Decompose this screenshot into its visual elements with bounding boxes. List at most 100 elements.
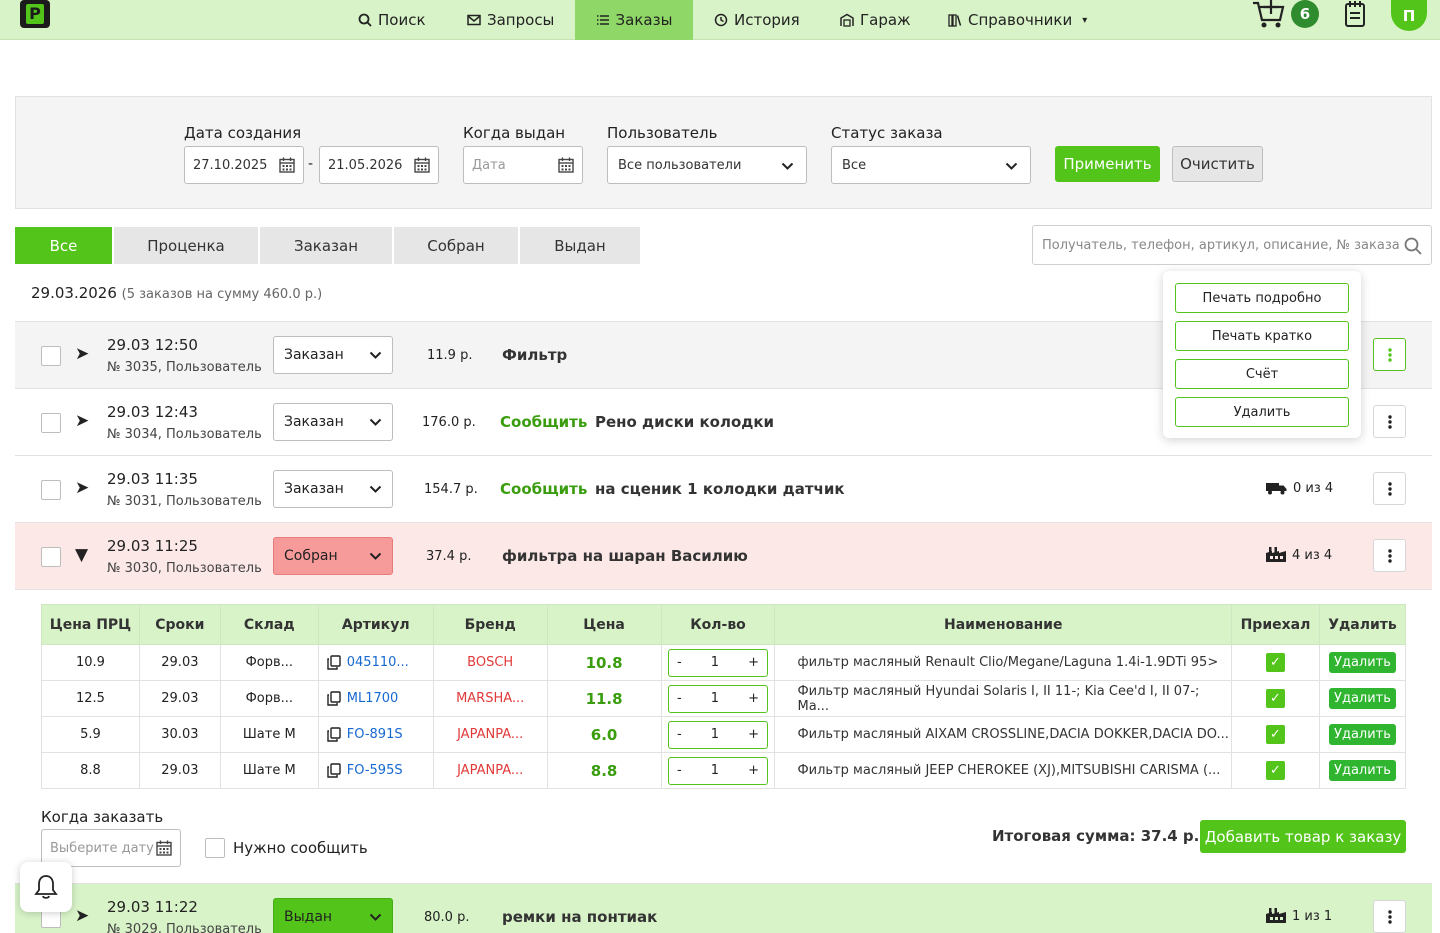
order-menu-button[interactable] [1373, 900, 1406, 933]
print-detailed-button[interactable]: Печать подробно [1175, 283, 1349, 313]
delete-order-button[interactable]: Удалить [1175, 397, 1349, 427]
expand-arrow-icon[interactable]: ➤ [75, 478, 89, 498]
clear-button[interactable]: Очистить [1172, 146, 1263, 182]
qty-minus-button[interactable]: - [677, 655, 682, 670]
add-item-button[interactable]: Добавить товар к заказу [1200, 820, 1406, 853]
expand-arrow-icon[interactable]: ➤ [75, 906, 89, 926]
notes-icon[interactable] [1344, 0, 1366, 28]
qty-plus-button[interactable]: + [748, 727, 759, 742]
qty-minus-button[interactable]: - [677, 727, 682, 742]
qty-minus-button[interactable]: - [677, 691, 682, 706]
expand-arrow-icon[interactable]: ➤ [75, 411, 89, 431]
user-select[interactable]: Все пользователи [607, 146, 807, 184]
article-cell[interactable]: 045110... [317, 644, 434, 681]
order-row[interactable]: ▼ 29.03 11:25 № 3030, Пользователь Собра… [15, 522, 1432, 589]
order-checkbox[interactable] [41, 346, 61, 366]
nav-requests[interactable]: Запросы [459, 0, 562, 40]
delete-item-button[interactable]: Удалить [1329, 688, 1396, 709]
qty-plus-button[interactable]: + [748, 655, 759, 670]
copy-icon[interactable] [327, 691, 341, 706]
qty-value[interactable]: 1 [711, 727, 719, 742]
col-header[interactable]: Наименование [774, 604, 1232, 645]
order-menu-button[interactable] [1373, 405, 1406, 438]
article-cell[interactable]: FO-891S [317, 716, 434, 753]
arrived-checkbox[interactable]: ✓ [1265, 653, 1285, 672]
order-checkbox[interactable] [41, 413, 61, 433]
tab-all[interactable]: Все [15, 227, 112, 264]
order-status-select[interactable]: Собран [273, 537, 393, 575]
qty-value[interactable]: 1 [711, 655, 719, 670]
notify-link[interactable]: Сообщить [500, 480, 587, 498]
order-status-select[interactable]: Заказан [273, 470, 393, 508]
copy-icon[interactable] [327, 727, 341, 742]
tab-collected[interactable]: Собран [394, 227, 518, 264]
tab-issued[interactable]: Выдан [520, 227, 640, 264]
col-header[interactable]: Цена ПРЦ [41, 604, 140, 645]
article-cell[interactable]: ML1700 [317, 680, 434, 717]
copy-icon[interactable] [327, 763, 341, 778]
notifications-button[interactable] [20, 862, 72, 912]
col-header[interactable]: Сроки [138, 604, 221, 645]
arrived-checkbox[interactable]: ✓ [1265, 725, 1285, 744]
notify-checkbox[interactable] [205, 838, 225, 858]
delete-item-button[interactable]: Удалить [1329, 724, 1396, 745]
quantity-stepper[interactable]: - 1 + [668, 720, 768, 749]
date-from-input[interactable]: 27.10.2025 [184, 146, 304, 184]
order-search-input[interactable]: Получатель, телефон, артикул, описание, … [1032, 225, 1432, 265]
arrived-checkbox[interactable]: ✓ [1265, 689, 1285, 708]
order-row[interactable]: ➤ 29.03 11:22 № 3029, Пользователь Выдан… [15, 883, 1432, 933]
col-header[interactable]: Приехал [1230, 604, 1320, 645]
expand-arrow-icon[interactable]: ➤ [75, 344, 89, 364]
arrived-checkbox[interactable]: ✓ [1265, 761, 1285, 780]
date-to-input[interactable]: 21.05.2026 [319, 146, 439, 184]
qty-plus-button[interactable]: + [748, 691, 759, 706]
qty-value[interactable]: 1 [711, 691, 719, 706]
order-menu-button[interactable] [1373, 472, 1406, 505]
order-status-select[interactable]: Выдан [273, 898, 393, 933]
article-link[interactable]: 045110... [347, 655, 409, 670]
print-brief-button[interactable]: Печать кратко [1175, 321, 1349, 351]
order-status-select[interactable]: Все [831, 146, 1031, 184]
order-row[interactable]: ➤ 29.03 11:35 № 3031, Пользователь Заказ… [15, 455, 1432, 522]
notify-link[interactable]: Сообщить [500, 413, 587, 431]
quantity-stepper[interactable]: - 1 + [668, 684, 768, 713]
nav-references[interactable]: Справочники ▾ [940, 0, 1095, 40]
qty-value[interactable]: 1 [711, 763, 719, 778]
order-menu-button[interactable] [1373, 338, 1406, 371]
copy-icon[interactable] [327, 655, 341, 670]
col-header[interactable]: Удалить [1318, 604, 1407, 645]
cart-icon[interactable] [1252, 0, 1286, 30]
quantity-stepper[interactable]: - 1 + [668, 756, 768, 785]
article-link[interactable]: ML1700 [347, 691, 399, 706]
tab-pricing[interactable]: Проценка [114, 227, 258, 264]
collapse-arrow-icon[interactable]: ▼ [75, 545, 88, 565]
delete-item-button[interactable]: Удалить [1329, 652, 1396, 673]
user-avatar[interactable]: П [1391, 0, 1427, 31]
apply-button[interactable]: Применить [1055, 146, 1160, 182]
order-checkbox[interactable] [41, 547, 61, 567]
order-menu-button[interactable] [1373, 539, 1406, 572]
qty-plus-button[interactable]: + [748, 763, 759, 778]
order-status-select[interactable]: Заказан [273, 336, 393, 374]
nav-search[interactable]: Поиск [350, 0, 434, 40]
nav-garage[interactable]: Гараж [832, 0, 919, 40]
tab-ordered[interactable]: Заказан [260, 227, 392, 264]
col-header[interactable]: Бренд [432, 604, 548, 645]
nav-orders[interactable]: Заказы [575, 0, 693, 40]
article-link[interactable]: FO-595S [347, 763, 403, 778]
order-checkbox[interactable] [41, 480, 61, 500]
cart-count-badge[interactable]: 6 [1291, 0, 1319, 28]
order-status-select[interactable]: Заказан [273, 403, 393, 441]
nav-history[interactable]: История [706, 0, 808, 40]
invoice-button[interactable]: Счёт [1175, 359, 1349, 389]
article-cell[interactable]: FO-595S [317, 752, 434, 789]
col-header[interactable]: Артикул [317, 604, 434, 645]
quantity-stepper[interactable]: - 1 + [668, 648, 768, 677]
qty-minus-button[interactable]: - [677, 763, 682, 778]
app-logo[interactable]: P [20, 0, 50, 28]
delete-item-button[interactable]: Удалить [1329, 760, 1396, 781]
col-header[interactable]: Кол-во [660, 604, 776, 645]
article-link[interactable]: FO-891S [347, 727, 403, 742]
issued-date-input[interactable]: Дата [463, 146, 583, 184]
col-header[interactable]: Цена [546, 604, 662, 645]
